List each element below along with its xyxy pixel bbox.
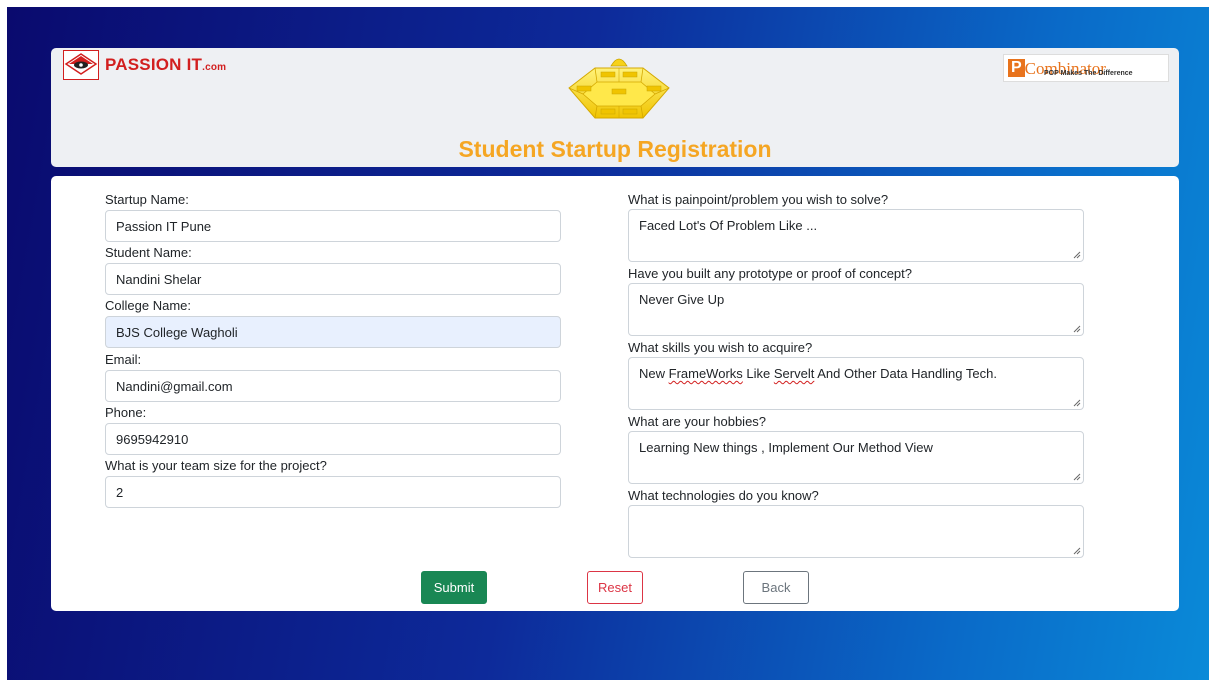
pcombinator-logo: P Combinator POP Makes The Difference (1003, 54, 1169, 82)
resize-handle-icon[interactable] (1073, 251, 1081, 259)
resize-handle-icon[interactable] (1073, 399, 1081, 407)
pcombinator-logo-initial: P (1008, 59, 1025, 77)
hobbies-label: What are your hobbies? (628, 414, 767, 429)
startup-name-label: Startup Name: (105, 192, 189, 207)
startup-name-input[interactable]: Passion IT Pune (105, 210, 561, 242)
prototype-label: Have you built any prototype or proof of… (628, 266, 913, 281)
email-input[interactable]: Nandini@gmail.com (105, 370, 561, 402)
reset-button[interactable]: Reset (587, 571, 643, 604)
skills-textarea[interactable]: New FrameWorks Like Servelt And Other Da… (628, 357, 1084, 410)
phone-label: Phone: (105, 405, 147, 420)
pcombinator-logo-tagline: POP Makes The Difference (1044, 70, 1133, 77)
skills-label: What skills you wish to acquire? (628, 340, 813, 355)
startup-hexagon-graphic (568, 58, 670, 119)
prototype-text: Never Give Up (639, 292, 725, 307)
back-button[interactable]: Back (743, 571, 809, 604)
student-name-input[interactable]: Nandini Shelar (105, 263, 561, 295)
prototype-textarea[interactable]: Never Give Up (628, 283, 1084, 336)
passion-it-logo-text: PASSION IT.com (105, 55, 227, 74)
technologies-label: What technologies do you know? (628, 488, 819, 503)
college-name-input[interactable]: BJS College Wagholi (105, 316, 561, 348)
email-label: Email: (105, 352, 142, 367)
passion-it-logo: PASSION IT.com (63, 50, 226, 80)
painpoint-label: What is painpoint/problem you wish to so… (628, 192, 889, 207)
team-size-input[interactable]: 2 (105, 476, 561, 508)
technologies-textarea[interactable] (628, 505, 1084, 558)
phone-input[interactable]: 9695942910 (105, 423, 561, 455)
student-name-label: Student Name: (105, 245, 192, 260)
team-size-label: What is your team size for the project? (105, 458, 327, 473)
painpoint-textarea[interactable]: Faced Lot's Of Problem Like ... (628, 209, 1084, 262)
resize-handle-icon[interactable] (1073, 547, 1081, 555)
resize-handle-icon[interactable] (1073, 325, 1081, 333)
painpoint-text: Faced Lot's Of Problem Like ... (639, 218, 818, 233)
header-card: PASSION IT.com P Combinator POP Makes Th… (51, 48, 1179, 167)
passion-it-logo-icon (63, 50, 99, 80)
hobbies-text: Learning New things , Implement Our Meth… (639, 440, 933, 455)
resize-handle-icon[interactable] (1073, 473, 1081, 481)
college-name-label: College Name: (105, 298, 191, 313)
page-title: Student Startup Registration (458, 136, 772, 162)
submit-button[interactable]: Submit (421, 571, 487, 604)
registration-form: Startup Name: Passion IT Pune Student Na… (51, 176, 1179, 611)
hobbies-textarea[interactable]: Learning New things , Implement Our Meth… (628, 431, 1084, 484)
skills-text: New FrameWorks Like Servelt And Other Da… (639, 366, 997, 381)
